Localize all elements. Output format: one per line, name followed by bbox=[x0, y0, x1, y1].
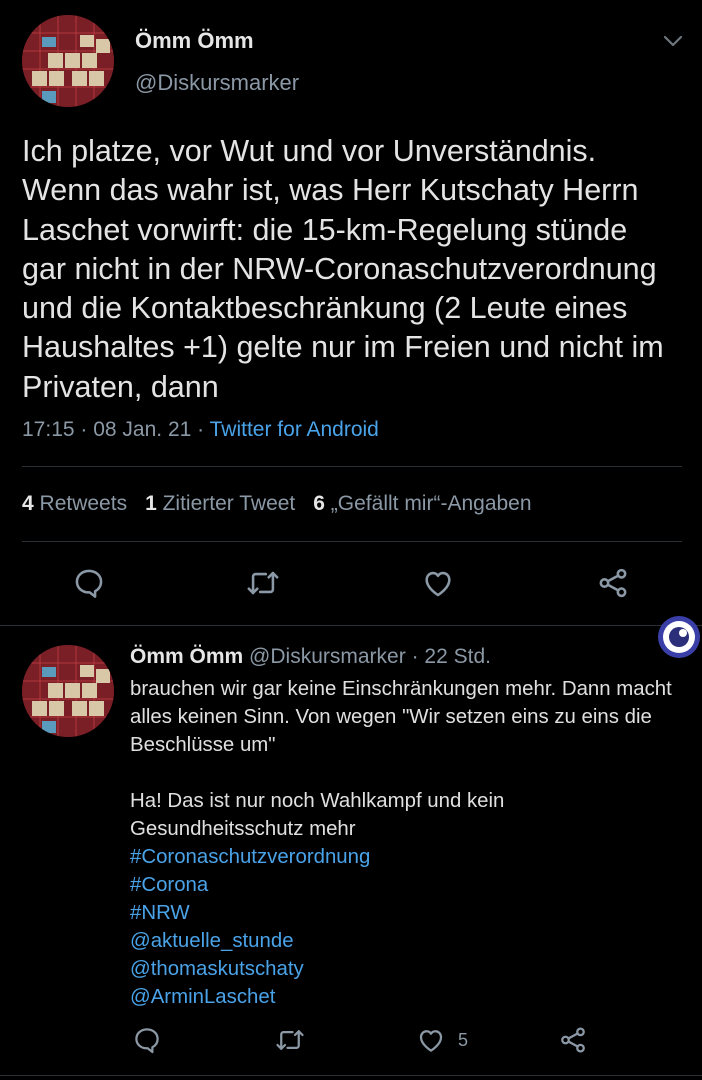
divider bbox=[22, 541, 682, 542]
reply-header: Ömm Ömm @Diskursmarker · 22 Std. bbox=[130, 645, 491, 669]
likes-stat[interactable]: 6 „Gefällt mir“-Angaben bbox=[313, 492, 531, 515]
reply-icon[interactable] bbox=[132, 1025, 162, 1055]
quotes-label: Zitierter Tweet bbox=[162, 492, 296, 515]
avatar[interactable] bbox=[22, 15, 114, 107]
likes-label: „Gefällt mir“-Angaben bbox=[330, 492, 532, 515]
like-icon[interactable] bbox=[416, 1025, 446, 1055]
like-icon[interactable] bbox=[421, 566, 455, 600]
meta-separator: · bbox=[197, 418, 210, 441]
mention-link[interactable]: @aktuelle_stunde bbox=[130, 927, 675, 955]
reply-text: brauchen wir gar keine Einschränkungen m… bbox=[130, 675, 675, 1011]
divider bbox=[22, 466, 682, 467]
tweet-text: Ich platze, vor Wut und vor Unverständni… bbox=[22, 134, 664, 404]
mention-link[interactable]: @thomaskutschaty bbox=[130, 955, 675, 983]
retweet-icon[interactable] bbox=[246, 566, 280, 600]
reply-paragraph: Ha! Das ist nur noch Wahlkampf und kein … bbox=[130, 790, 505, 840]
reply-author-name[interactable]: Ömm Ömm bbox=[130, 645, 243, 668]
likes-count: 6 bbox=[313, 492, 325, 515]
retweet-icon[interactable] bbox=[275, 1025, 305, 1055]
hashtag-link[interactable]: #NRW bbox=[130, 899, 675, 927]
like-count: 5 bbox=[458, 1030, 469, 1050]
tweet-date[interactable]: 08 Jan. 21 bbox=[93, 418, 191, 441]
author-name[interactable]: Ömm Ömm bbox=[135, 28, 254, 54]
tweet-source[interactable]: Twitter for Android bbox=[210, 418, 379, 441]
retweets-label: Retweets bbox=[39, 492, 128, 515]
quotes-count: 1 bbox=[145, 492, 157, 515]
tweet-meta: 17:15 · 08 Jan. 21 · Twitter for Android bbox=[22, 418, 379, 442]
reply-paragraph: brauchen wir gar keine Einschränkungen m… bbox=[130, 678, 672, 756]
reply-avatar[interactable] bbox=[22, 645, 114, 737]
chevron-down-icon[interactable] bbox=[660, 30, 686, 52]
divider bbox=[0, 1075, 702, 1076]
author-handle[interactable]: @Diskursmarker bbox=[135, 70, 299, 96]
tweet-time[interactable]: 17:15 bbox=[22, 418, 75, 441]
floating-bubble-icon[interactable] bbox=[656, 614, 702, 660]
divider bbox=[0, 625, 702, 626]
retweets-stat[interactable]: 4 Retweets bbox=[22, 492, 127, 515]
reply-icon[interactable] bbox=[72, 566, 106, 600]
meta-separator: · bbox=[411, 645, 419, 668]
meta-separator: · bbox=[80, 418, 94, 441]
tweet-stats: 4 Retweets 1 Zitierter Tweet 6 „Gefällt mi… bbox=[22, 492, 532, 516]
mention-link[interactable]: @ArminLaschet bbox=[130, 983, 675, 1011]
hashtag-link[interactable]: #Coronaschutzverordnung bbox=[130, 843, 675, 871]
retweets-count: 4 bbox=[22, 492, 34, 515]
quotes-stat[interactable]: 1 Zitierter Tweet bbox=[145, 492, 295, 515]
reply-author-handle[interactable]: @Diskursmarker bbox=[249, 645, 406, 668]
share-icon[interactable] bbox=[558, 1025, 588, 1055]
reply-age[interactable]: 22 Std. bbox=[424, 645, 491, 668]
share-icon[interactable] bbox=[596, 566, 630, 600]
hashtag-link[interactable]: #Corona bbox=[130, 871, 675, 899]
